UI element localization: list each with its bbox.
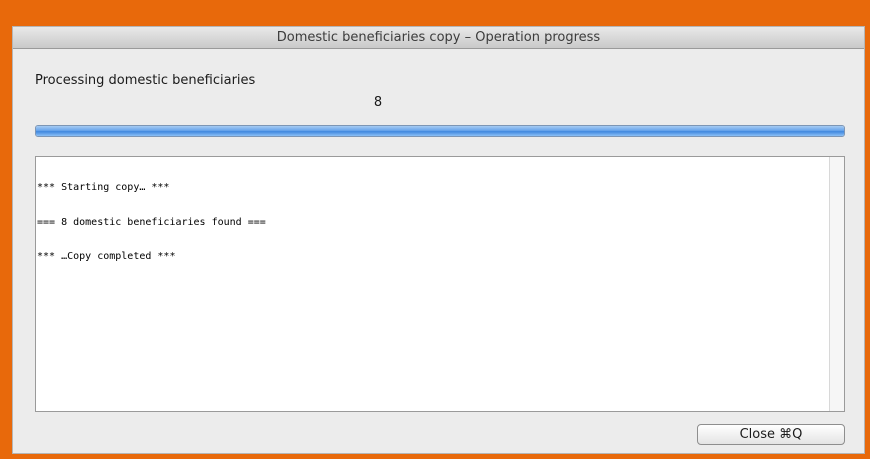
progress-bar-fill [36, 126, 844, 136]
log-lines: *** Starting copy… *** === 8 domestic be… [37, 159, 828, 286]
log-line: *** Starting copy… *** [37, 182, 170, 193]
log-line: === 8 domestic beneficiaries found === [37, 216, 266, 228]
operation-heading: Processing domestic beneficiaries [35, 73, 256, 88]
log-output[interactable]: *** Starting copy… *** === 8 domestic be… [35, 156, 845, 412]
window-title[interactable]: Domestic beneficiaries copy – Operation … [13, 27, 864, 49]
item-count: 8 [373, 95, 383, 110]
log-line: *** …Copy completed *** [37, 251, 176, 262]
progress-window: Domestic beneficiaries copy – Operation … [12, 26, 865, 454]
progress-bar [35, 125, 845, 137]
log-scrollbar[interactable] [829, 157, 844, 411]
close-button[interactable]: Close ⌘Q [697, 424, 845, 445]
